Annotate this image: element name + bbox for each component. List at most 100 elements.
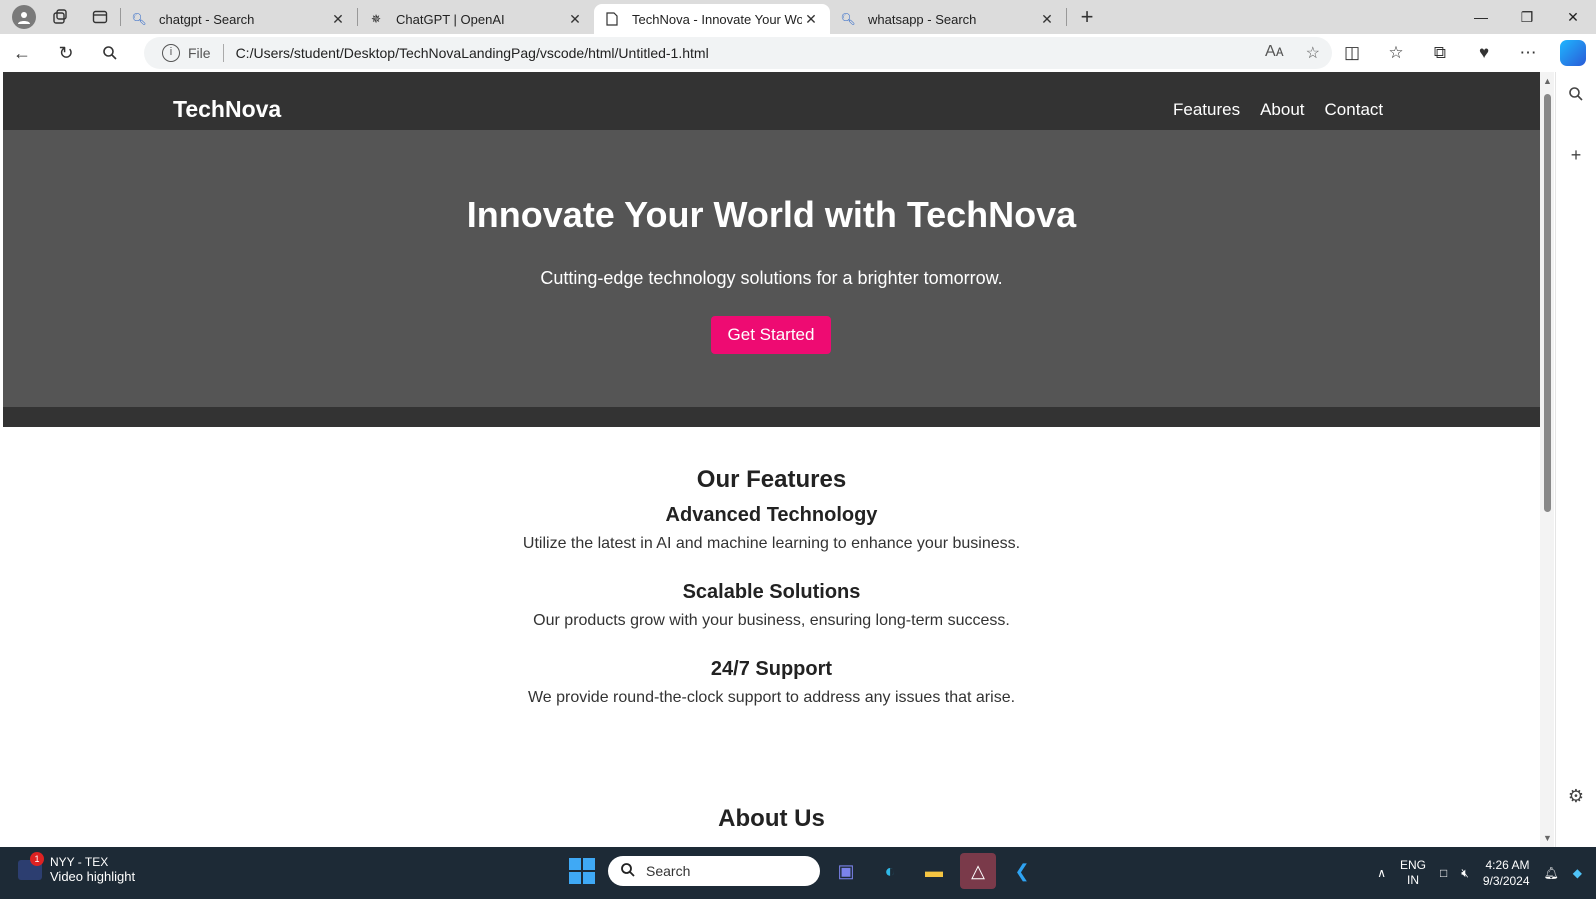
page-icon [604, 11, 620, 27]
workspaces-icon[interactable] [40, 0, 80, 34]
clock-date: 9/3/2024 [1482, 874, 1530, 888]
tab-label: TechNova - Innovate Your World [632, 11, 802, 27]
scroll-down-icon[interactable]: ▼ [1543, 833, 1552, 843]
address-actions: Aᴀ ☆ [1265, 43, 1320, 63]
get-started-button[interactable]: Get Started [711, 316, 831, 354]
site-brand[interactable]: TechNova [173, 96, 281, 123]
about-title: About Us [718, 805, 825, 832]
network-icon[interactable]: □ [1440, 866, 1447, 880]
url-text[interactable]: C:/Users/student/Desktop/TechNovaLanding… [236, 45, 709, 61]
feature-description: Our products grow with your business, en… [533, 612, 1010, 629]
copilot-icon[interactable] [1560, 40, 1586, 66]
new-tab-button[interactable]: + [1067, 4, 1107, 30]
divider [222, 44, 224, 62]
teams-icon[interactable]: ▣ [828, 853, 864, 889]
feature-item: 24/7 Support We provide round-the-clock … [3, 658, 1540, 707]
tab-actions-icon[interactable] [80, 0, 120, 34]
close-icon[interactable]: ✕ [329, 11, 347, 28]
features-section: Our Features Advanced Technology Utilize… [3, 466, 1540, 707]
windows-start-icon[interactable] [564, 853, 600, 889]
news-title: NYY - TEX [50, 855, 109, 869]
scroll-up-icon[interactable]: ▲ [1543, 76, 1552, 86]
tab-technova[interactable]: TechNova - Innovate Your World ✕ [594, 4, 830, 34]
browser-tab-bar: 🔍︎ chatgpt - Search ✕ ✵ ChatGPT | OpenAI… [0, 0, 1596, 34]
tab-label: whatsapp - Search [868, 11, 977, 27]
search-icon [620, 862, 636, 881]
close-icon[interactable]: ✕ [566, 11, 584, 28]
search-placeholder: Search [646, 863, 691, 879]
chevron-up-icon[interactable]: ∧ [1377, 866, 1386, 880]
minimize-icon[interactable]: — [1458, 0, 1504, 34]
feature-item: Advanced Technology Utilize the latest i… [3, 504, 1540, 553]
hero-title: Innovate Your World with TechNova [466, 194, 1077, 235]
sidebar-settings-icon[interactable]: ⚙ [1568, 786, 1584, 807]
language-code: ENG [1399, 858, 1426, 872]
read-aloud-icon[interactable]: Aᴀ [1265, 43, 1284, 63]
feature-description: We provide round-the-clock support to ad… [527, 689, 1016, 706]
restore-icon[interactable]: ❐ [1504, 0, 1550, 34]
feature-title: 24/7 Support [710, 658, 833, 680]
site-nav: Features About Contact [1173, 100, 1383, 120]
feature-title: Advanced Technology [665, 504, 878, 526]
notification-badge: 1 [30, 851, 44, 866]
app-icon[interactable]: △ [960, 853, 996, 889]
page-scrollbar[interactable]: ▲ ▼ [1540, 72, 1554, 847]
search-icon: 🔍︎ [131, 12, 147, 26]
more-options-icon[interactable]: ⋯ [1506, 43, 1550, 63]
page-viewport: TechNova Features About Contact Innovate… [3, 72, 1540, 847]
region-code: IN [1406, 873, 1419, 887]
mlb-icon: 1 [18, 851, 44, 880]
volume-muted-icon[interactable]: 🔇︎ [1461, 866, 1469, 881]
split-screen-icon[interactable]: ◫ [1330, 43, 1374, 63]
taskbar-apps: Search ▣ ◐ ▬ △ ❮ [564, 853, 1040, 889]
news-widget[interactable]: 1 NYY - TEX Video highlight [18, 851, 136, 884]
favorites-icon[interactable]: ☆ [1374, 43, 1418, 63]
hero-section: Innovate Your World with TechNova Cuttin… [3, 130, 1540, 407]
vscode-icon[interactable]: ❮ [1004, 853, 1040, 889]
tab-chatgpt-search[interactable]: 🔍︎ chatgpt - Search ✕ [121, 4, 357, 34]
language-indicator[interactable]: ENG IN [1400, 858, 1426, 888]
collections-icon[interactable]: ⧉ [1418, 43, 1462, 63]
file-explorer-icon[interactable]: ▬ [916, 853, 952, 889]
favorite-star-icon[interactable]: ☆ [1306, 43, 1320, 63]
tab-whatsapp-search[interactable]: 🔍︎ whatsapp - Search ✕ [830, 4, 1066, 34]
browser-toolbar: ← ↻ i File C:/Users/student/Desktop/Tech… [0, 34, 1596, 72]
tab-label: ChatGPT | OpenAI [396, 11, 505, 27]
sidebar-search-icon[interactable] [1568, 86, 1584, 107]
nav-link-features[interactable]: Features [1173, 100, 1240, 120]
tab-label: chatgpt - Search [159, 11, 255, 27]
address-bar[interactable]: i File C:/Users/student/Desktop/TechNova… [144, 37, 1332, 69]
browser-essentials-icon[interactable]: ♥ [1462, 43, 1506, 63]
hero-bottom-band [3, 407, 1540, 427]
close-icon[interactable]: ✕ [1038, 11, 1056, 28]
taskbar-search[interactable]: Search [608, 856, 820, 886]
clock[interactable]: 4:26 AM 9/3/2024 [1483, 857, 1530, 889]
refresh-icon[interactable]: ↻ [44, 34, 88, 72]
sidebar-add-icon[interactable]: + [1571, 145, 1582, 166]
feature-description: Utilize the latest in AI and machine lea… [522, 535, 1021, 552]
search-icon: 🔍︎ [840, 12, 856, 26]
features-title: Our Features [696, 466, 847, 493]
back-icon[interactable]: ← [0, 34, 44, 72]
profile-button[interactable] [0, 0, 40, 34]
edge-icon[interactable]: ◐ [872, 853, 908, 889]
feature-item: Scalable Solutions Our products grow wit… [3, 581, 1540, 630]
nav-link-about[interactable]: About [1260, 100, 1304, 120]
profile-icon [12, 5, 36, 29]
tab-chatgpt-openai[interactable]: ✵ ChatGPT | OpenAI ✕ [358, 4, 594, 34]
scrollbar-thumb[interactable] [1544, 94, 1551, 512]
news-subtitle: Video highlight [50, 869, 136, 884]
info-icon[interactable]: i [162, 44, 180, 62]
close-icon[interactable]: ✕ [802, 11, 820, 28]
nav-link-contact[interactable]: Contact [1325, 100, 1384, 120]
openai-icon: ✵ [370, 12, 382, 26]
copilot-taskbar-icon[interactable]: ◆ [1573, 866, 1582, 880]
browser-tools: ◫ ☆ ⧉ ♥ ⋯ [1330, 34, 1596, 72]
search-icon[interactable] [88, 34, 132, 72]
scheme-label: File [188, 45, 211, 61]
close-window-icon[interactable]: ✕ [1550, 0, 1596, 34]
site-header: TechNova Features About Contact [3, 72, 1540, 130]
notification-bell-icon[interactable]: 🔔︎ [1544, 866, 1559, 880]
window-controls: — ❐ ✕ [1458, 0, 1596, 34]
hero-subtitle: Cutting-edge technology solutions for a … [540, 268, 1003, 288]
